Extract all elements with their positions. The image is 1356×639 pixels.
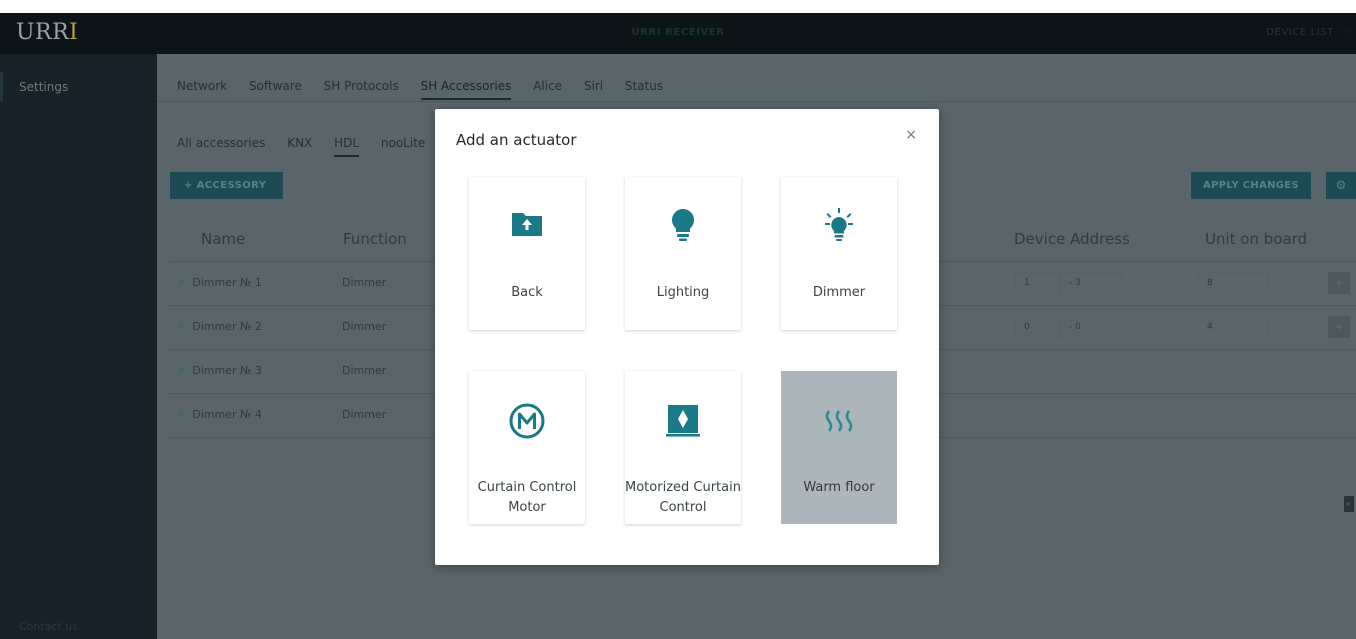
curtain-diamond-icon <box>625 401 741 441</box>
row-name: Dimmer № 2 <box>192 320 262 333</box>
bulb-rays-icon: ❋ <box>177 364 187 377</box>
subtab-all-accessories[interactable]: All accessories <box>177 136 265 155</box>
tab-sh-protocols[interactable]: SH Protocols <box>324 79 399 98</box>
card-label: Back <box>511 285 543 300</box>
gear-icon[interactable]: ⚙ <box>1326 172 1356 199</box>
row-function: Dimmer <box>342 320 387 333</box>
row-add-button[interactable]: + <box>1328 272 1350 294</box>
tab-status[interactable]: Status <box>625 79 663 98</box>
motor-m-icon <box>469 401 585 441</box>
close-icon[interactable]: × <box>905 127 917 143</box>
card-label: Motorized Curtain Control <box>625 480 741 515</box>
top-strip <box>0 0 1356 13</box>
row-name: Dimmer № 3 <box>192 364 262 377</box>
column-header-name: Name <box>201 230 246 248</box>
subtab-hdl[interactable]: HDL <box>334 136 360 157</box>
tab-siri[interactable]: Siri <box>584 79 603 98</box>
tab-network[interactable]: Network <box>177 79 227 98</box>
bulb-rays-icon <box>781 205 897 245</box>
row-function: Dimmer <box>342 364 387 377</box>
heat-waves-icon <box>781 401 897 441</box>
side-panel-handle[interactable]: ▸ <box>1344 496 1354 512</box>
unit-field[interactable]: 8 <box>1198 272 1268 294</box>
actuator-card-warm-floor[interactable]: Warm floor <box>781 371 897 524</box>
apply-changes-button[interactable]: APPLY CHANGES <box>1191 172 1311 199</box>
tab-sh-accessories[interactable]: SH Accessories <box>420 79 512 100</box>
bulb-rays-icon: ❋ <box>177 276 187 289</box>
device-list-dropdown[interactable]: DEVICE LIST <box>1266 27 1334 38</box>
folder-upload-icon <box>469 205 585 245</box>
actuator-card-dimmer[interactable]: Dimmer <box>781 177 897 330</box>
bulb-icon <box>625 205 741 245</box>
row-name: Dimmer № 4 <box>192 408 262 421</box>
header-title: URRI RECEIVER <box>631 27 725 38</box>
sidebar-item-settings[interactable]: Settings <box>0 72 157 102</box>
actuator-card-curtain-control-motor[interactable]: Curtain Control Motor <box>469 371 585 524</box>
contact-us-link[interactable]: Contact us <box>19 620 78 633</box>
subtab-noolite[interactable]: nooLite <box>381 136 425 155</box>
row-function: Dimmer <box>342 276 387 289</box>
sidebar: Settings Contact us <box>0 54 157 639</box>
row-function: Dimmer <box>342 408 387 421</box>
settings-tabs: Network Software SH Protocols SH Accesso… <box>177 79 681 100</box>
app-header: URRI URRI RECEIVER DEVICE LIST ⌵ <box>0 13 1356 54</box>
row-name: Dimmer № 1 <box>192 276 262 289</box>
accessory-subtabs: All accessories KNX HDL nooLite <box>177 136 443 157</box>
address-field-2[interactable]: - 0 <box>1060 316 1122 338</box>
card-label: Curtain Control Motor <box>477 480 577 515</box>
address-field-1[interactable]: 0 <box>1015 316 1060 338</box>
column-header-device-address: Device Address <box>1014 230 1130 248</box>
tab-alice[interactable]: Alice <box>533 79 562 98</box>
card-label: Warm floor <box>803 480 875 495</box>
chevron-down-icon[interactable]: ⌵ <box>1342 25 1350 36</box>
subtab-knx[interactable]: KNX <box>287 136 312 155</box>
address-field-1[interactable]: 1 <box>1015 272 1060 294</box>
actuator-card-back[interactable]: Back <box>469 177 585 330</box>
tab-software[interactable]: Software <box>249 79 302 98</box>
card-label: Lighting <box>656 285 710 300</box>
actuator-card-motorized-curtain-control[interactable]: Motorized Curtain Control <box>625 371 741 524</box>
bulb-rays-icon: ❋ <box>177 408 187 421</box>
add-actuator-dialog: Add an actuator × Back Lighting Dimmer C… <box>435 109 939 565</box>
tabs-divider <box>157 101 1356 102</box>
column-header-function: Function <box>343 230 407 248</box>
address-field-2[interactable]: - 3 <box>1060 272 1122 294</box>
actuator-card-lighting[interactable]: Lighting <box>625 177 741 330</box>
card-label: Dimmer <box>812 285 866 300</box>
dialog-title: Add an actuator <box>456 131 577 149</box>
unit-field[interactable]: 4 <box>1198 316 1268 338</box>
add-accessory-button[interactable]: + ACCESSORY <box>170 172 283 199</box>
bulb-rays-icon: ❋ <box>177 320 187 333</box>
column-header-unit-on-board: Unit on board <box>1205 230 1308 248</box>
row-add-button[interactable]: + <box>1328 316 1350 338</box>
